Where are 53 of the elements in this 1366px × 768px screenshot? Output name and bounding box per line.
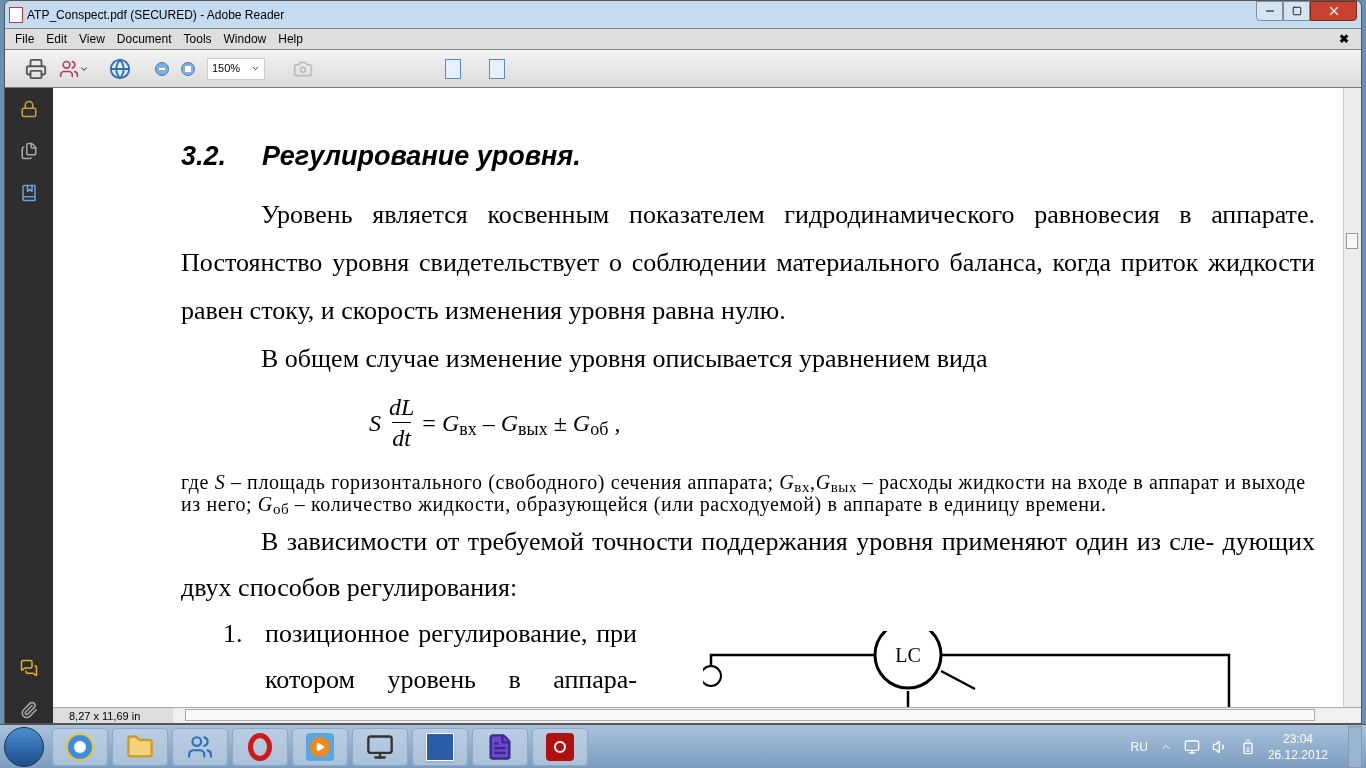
paragraph: В зависимости от требуемой точности поддержания уровня применяют один из сле- дующих двух способов регулирования: <box>181 525 1315 604</box>
pages-icon[interactable] <box>20 142 38 160</box>
minimize-button[interactable] <box>1256 1 1283 21</box>
menu-item[interactable]: Edit <box>40 30 74 48</box>
close-button[interactable] <box>1310 1 1357 21</box>
users-icon <box>187 733 213 760</box>
zoom-field[interactable]: 150% <box>207 57 265 80</box>
maximize-button[interactable] <box>1283 1 1310 21</box>
ring-icon <box>248 732 272 761</box>
monitor-icon <box>366 732 394 761</box>
fit-page-icon[interactable] <box>489 58 505 79</box>
pdf-file-icon <box>9 6 23 23</box>
close-document-button[interactable]: ✖ <box>1339 30 1349 48</box>
menu-item[interactable]: Help <box>272 30 309 48</box>
comments-icon[interactable] <box>20 659 38 677</box>
paragraph: В общем случае изменение уровня описывается уравнением вида <box>260 342 989 375</box>
maximize-icon <box>1291 6 1302 16</box>
paragraph: Уровень является косвенным показателем гидродинамического равновесия в аппарате. Постоянство уровня свидетельствует о соблюдении материального баланса, когда приток жидкости равен стоку, и скорость изменения уровня равна нулю. <box>181 198 1315 327</box>
menu-item[interactable]: Window <box>217 30 273 48</box>
zoom-out-icon[interactable] <box>155 61 169 76</box>
list-text: позиционное регулирование, при котором уровень в аппара- <box>265 617 637 696</box>
globe-icon[interactable] <box>109 57 131 80</box>
play-icon <box>306 732 334 761</box>
page-size-label: 8,27 x 11,69 in <box>53 708 173 723</box>
vertical-scrollbar[interactable] <box>1343 88 1361 707</box>
taskbar-app-button[interactable] <box>412 727 468 766</box>
section-number: 3.2. <box>181 140 227 173</box>
taskbar-app-button[interactable] <box>532 727 588 766</box>
level-control-drawing: LC <box>703 630 1243 707</box>
zoom-value: 150% <box>212 61 241 77</box>
menu-item[interactable]: File <box>9 30 41 48</box>
folder-icon <box>126 732 154 761</box>
users-icon[interactable] <box>59 58 79 79</box>
taskbar-app-button[interactable] <box>352 727 408 766</box>
menu-item[interactable]: Document <box>110 30 178 48</box>
taskbar-app-button[interactable] <box>52 727 108 766</box>
lock-icon[interactable] <box>20 100 38 118</box>
list-number: 1. <box>223 617 244 650</box>
equation-note: где S – площадь горизонтального (свободного) сечения аппарата; G$_{вх}$,G$_{вых}$ – расходы жидкости на входе в аппарат и выходе из него; G$_{об}$ – количество жидкости, образующейся (или расходуемой) в аппарате в единицу времени. <box>181 470 1307 515</box>
start-button[interactable] <box>4 726 44 767</box>
fit-width-icon[interactable] <box>445 58 461 79</box>
paperclip-icon[interactable] <box>20 701 38 719</box>
caret-icon[interactable] <box>251 64 260 73</box>
bookmark-icon[interactable] <box>20 184 38 202</box>
menu-item[interactable]: View <box>73 30 111 48</box>
taskbar-app-button[interactable] <box>232 727 288 766</box>
print-icon[interactable] <box>25 57 47 80</box>
menu-item[interactable]: Tools <box>177 30 218 48</box>
window-title: ATP_Conspect.pdf (SECURED) - Adobe Reader <box>27 6 285 24</box>
horizontal-scrollbar[interactable] <box>173 708 1361 723</box>
taskbar-app-button[interactable] <box>472 727 528 766</box>
network-icon[interactable] <box>1183 738 1200 755</box>
section-title: Регулирование уровня. <box>262 140 581 173</box>
